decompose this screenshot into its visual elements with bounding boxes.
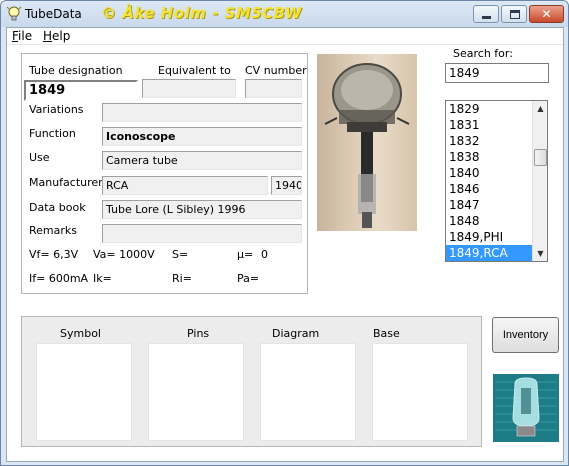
equivalent-label: Equivalent to <box>158 64 231 77</box>
vf-value: Vf= 6,3V <box>29 248 79 261</box>
close-icon: ✕ <box>541 7 552 21</box>
search-input[interactable]: 1849 <box>445 63 549 83</box>
search-label: Search for: <box>453 47 513 60</box>
tube-list-item[interactable]: 1829 <box>446 101 532 117</box>
tube-list-item[interactable]: 1840 <box>446 165 532 181</box>
menu-bar: File Help <box>7 28 563 45</box>
tube-list-item[interactable]: 1831 <box>446 117 532 133</box>
remarks-label: Remarks <box>29 224 77 237</box>
scroll-down-icon[interactable]: ▼ <box>533 246 547 261</box>
pins-pane <box>148 343 244 441</box>
client-area: File Help Tube designation Equivalent to… <box>6 27 564 462</box>
va-value: Va= 1000V <box>93 248 155 261</box>
s-value: S= <box>172 248 189 261</box>
pins-title: Pins <box>187 327 210 340</box>
databook-label: Data book <box>29 201 86 214</box>
scroll-up-icon[interactable]: ▲ <box>533 101 547 116</box>
ik-value: Ik= <box>93 272 112 285</box>
tube-list-items: 1829 1831 1832 1838 1840 1846 1847 1848 1849,PHI… <box>446 101 532 261</box>
if-value: If= 600mA <box>29 272 89 285</box>
app-window: TubeData © Åke Holm - SM5CBW ✕ File Help… <box>0 0 569 466</box>
copyright-banner: © Åke Holm - SM5CBW <box>101 4 302 22</box>
menu-file[interactable]: File <box>12 29 32 43</box>
tube-list-item[interactable]: 1846 <box>446 181 532 197</box>
tube-logo <box>493 374 559 442</box>
close-button[interactable]: ✕ <box>529 5 564 23</box>
cv-number-field[interactable] <box>245 79 302 98</box>
ri-value: Ri= <box>172 272 192 285</box>
inventory-button[interactable]: Inventory <box>492 317 559 353</box>
tube-list-item[interactable]: 1849,PHI <box>446 229 532 245</box>
function-field[interactable]: Iconoscope <box>102 127 302 146</box>
pa-value: Pa= <box>237 272 260 285</box>
tube-list-item[interactable]: 1848 <box>446 213 532 229</box>
base-pane <box>372 343 468 441</box>
menu-file-label: ile <box>18 29 33 43</box>
cv-number-label: CV number <box>245 64 307 77</box>
tube-list-item[interactable]: 1849,RCA <box>446 245 532 261</box>
minimize-button[interactable] <box>473 5 499 23</box>
maximize-button[interactable] <box>501 5 527 23</box>
window-title: TubeData <box>25 7 82 21</box>
tube-list-item[interactable]: 1838 <box>446 149 532 165</box>
function-label: Function <box>29 127 76 140</box>
remarks-field[interactable] <box>102 224 302 243</box>
minimize-icon <box>482 16 491 19</box>
scroll-thumb[interactable] <box>534 149 547 166</box>
mu-label: µ= <box>237 248 254 261</box>
tube-designation-label: Tube designation <box>29 64 123 77</box>
use-label: Use <box>29 151 50 164</box>
title-bar[interactable]: TubeData © Åke Holm - SM5CBW ✕ <box>1 1 568 27</box>
iconoscope-tube-image <box>324 63 410 228</box>
list-scrollbar[interactable]: ▲ ▼ <box>532 101 547 261</box>
diagram-title: Diagram <box>272 327 320 340</box>
databook-field[interactable]: Tube Lore (L Sibley) 1996 <box>102 200 302 219</box>
equivalent-field[interactable] <box>142 79 236 98</box>
manufacturer-field[interactable]: RCA <box>102 176 268 195</box>
tube-logo-icon <box>493 374 559 442</box>
variations-label: Variations <box>29 103 84 116</box>
manufacturer-label: Manufacturer <box>29 176 103 189</box>
tube-listbox[interactable]: 1829 1831 1832 1838 1840 1846 1847 1848 1849,PHI… <box>445 100 548 262</box>
lightbulb-icon <box>6 6 22 21</box>
base-title: Base <box>373 327 400 340</box>
year-field[interactable]: 1940 <box>271 176 302 195</box>
mu-value: 0 <box>261 248 268 261</box>
variations-field[interactable] <box>102 103 302 122</box>
menu-help-accel: H <box>43 29 53 43</box>
tube-designation-field[interactable]: 1849 <box>24 80 138 101</box>
diagram-pane <box>260 343 356 441</box>
maximize-icon <box>510 10 520 19</box>
menu-help-label: elp <box>52 29 71 43</box>
menu-help[interactable]: Help <box>43 29 70 43</box>
tube-photo <box>317 54 417 231</box>
tube-details-group: Tube designation Equivalent to CV number… <box>21 53 308 294</box>
tube-list-item[interactable]: 1847 <box>446 197 532 213</box>
symbol-title: Symbol <box>60 327 101 340</box>
symbol-pane <box>36 343 132 441</box>
tube-list-item[interactable]: 1832 <box>446 133 532 149</box>
use-field[interactable]: Camera tube <box>102 151 302 170</box>
